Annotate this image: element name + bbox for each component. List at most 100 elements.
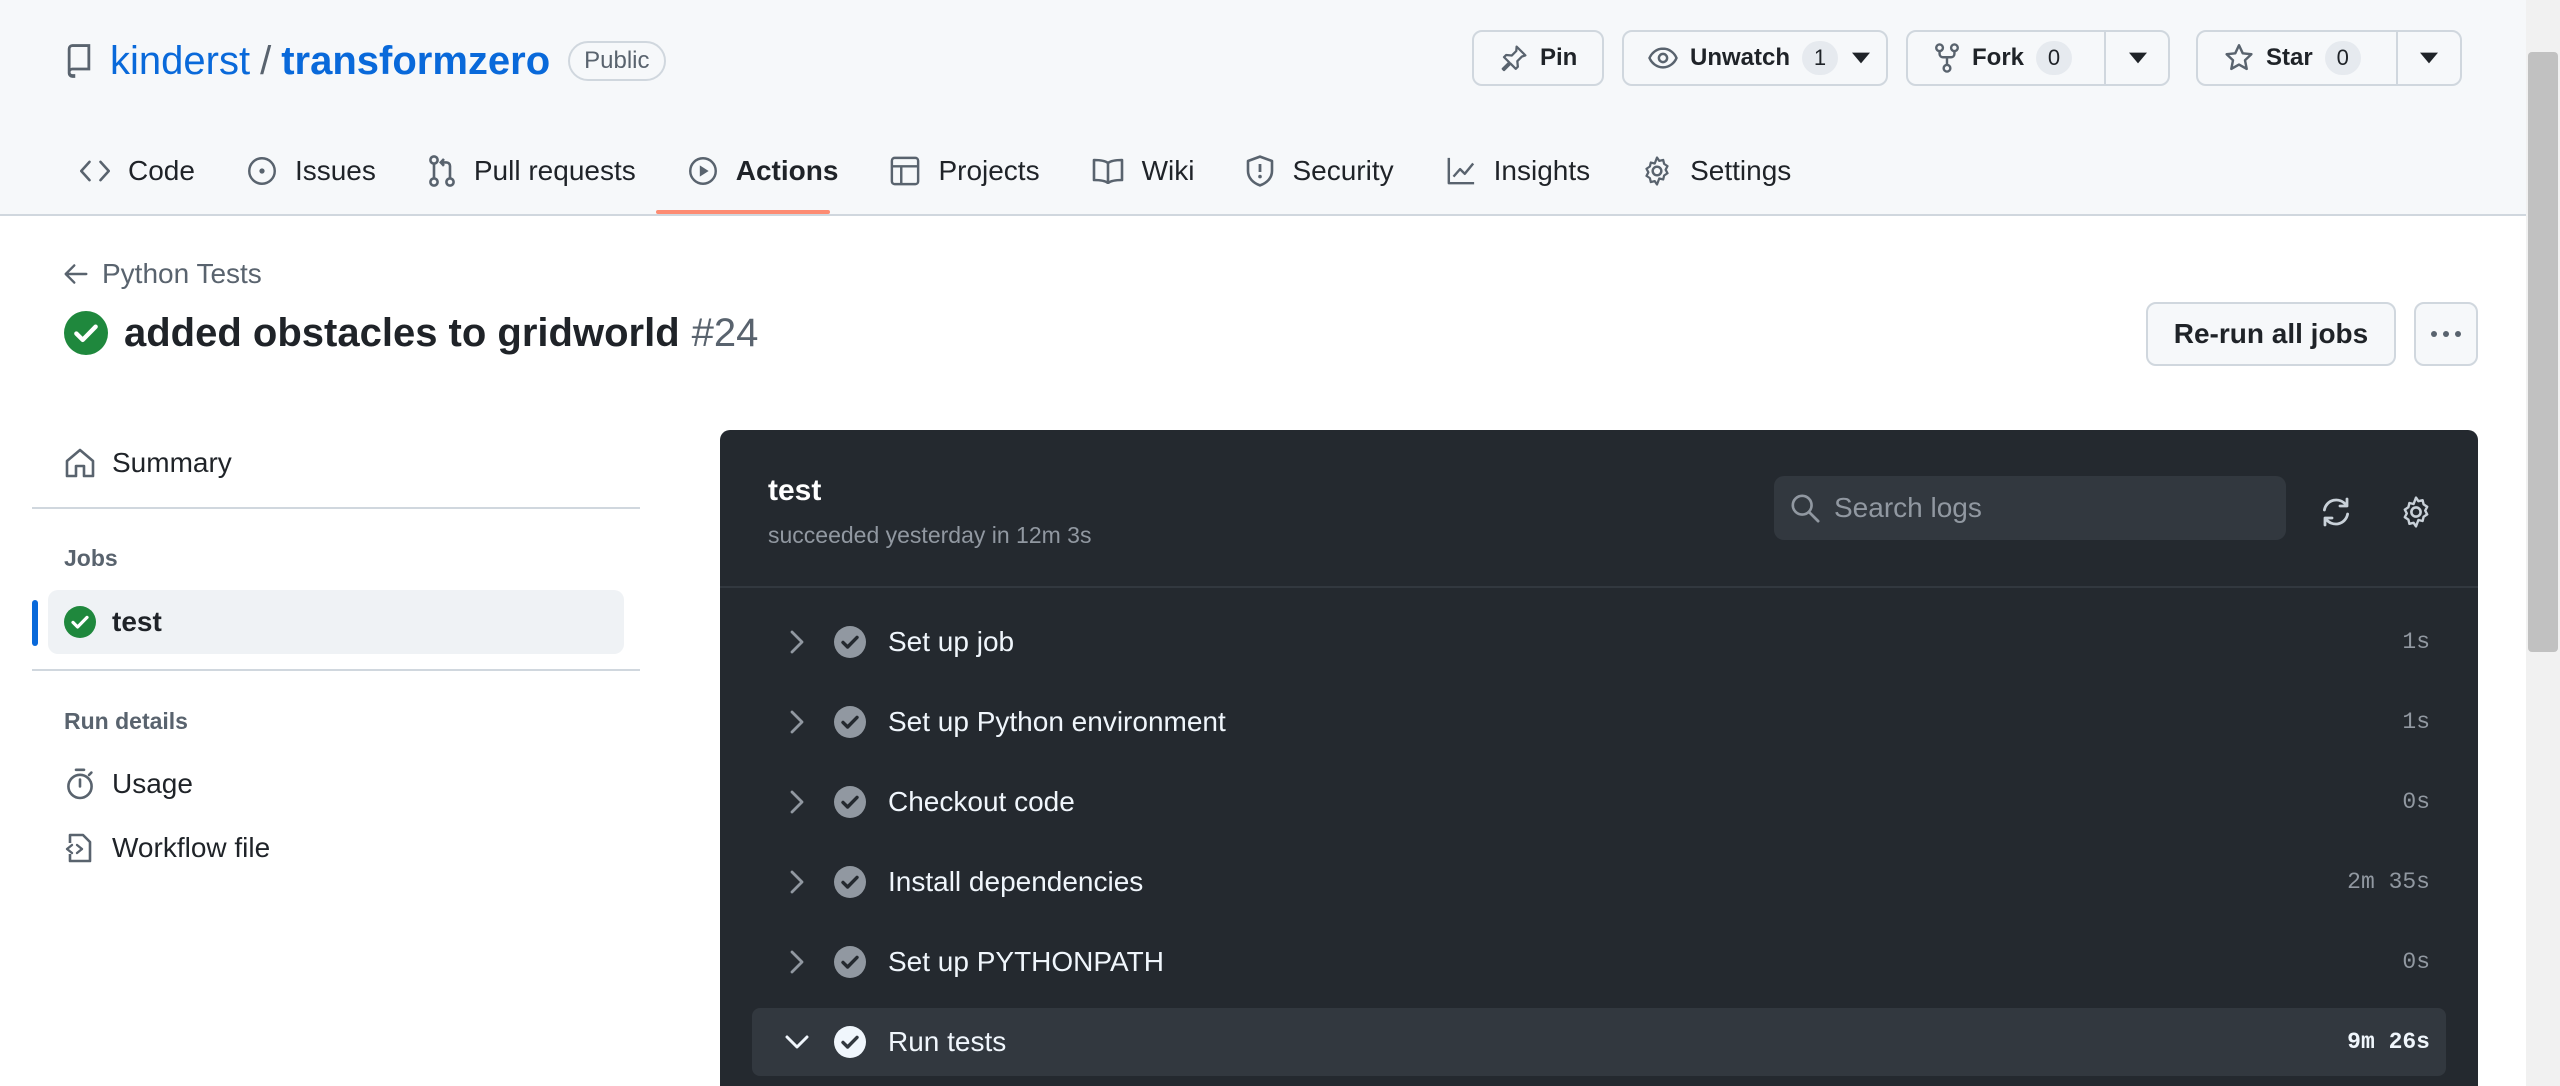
log-settings-button[interactable]: [2396, 492, 2436, 532]
log-step-name: Set up Python environment: [888, 706, 1226, 737]
sidebar-summary-label: Summary: [112, 447, 232, 478]
log-step-name: Set up job: [888, 626, 1015, 657]
check-circle-icon: [834, 706, 866, 738]
check-circle-icon: [834, 1026, 866, 1058]
log-step-duration: 0s: [2402, 949, 2430, 975]
log-step-name: Run tests: [888, 1026, 1007, 1057]
check-circle-fill-icon: [64, 606, 96, 638]
rerun-all-jobs-button[interactable]: Re-run all jobs: [2146, 302, 2396, 366]
log-step-name: Install dependencies: [888, 866, 1144, 897]
gear-icon: [2403, 496, 2429, 528]
graph-icon: [1447, 157, 1474, 185]
log-step[interactable]: Set up PYTHONPATH 0s: [752, 928, 2446, 996]
tab-wiki[interactable]: Wiki: [1076, 141, 1211, 201]
fork-label: Fork: [1972, 44, 2025, 71]
log-step[interactable]: Set up job 1s: [752, 608, 2446, 676]
chevron-right-icon: [782, 950, 812, 974]
sidebar-item-workflow-file[interactable]: Workflow file: [64, 822, 270, 874]
log-step-duration: 1s: [2402, 709, 2430, 735]
search-logs-input[interactable]: [1834, 492, 2254, 524]
tab-issues-label: Issues: [294, 155, 376, 186]
kebab-horizontal-icon: [2431, 331, 2461, 337]
chevron-right-icon: [782, 710, 812, 734]
chevron-right-icon: [782, 790, 812, 814]
sidebar-item-summary[interactable]: Summary: [64, 437, 232, 489]
job-log-panel: test succeeded yesterday in 12m 3s Set u…: [720, 430, 2478, 1086]
eye-icon: [1648, 47, 1678, 69]
star-count: 0: [2324, 41, 2361, 75]
caret-down-icon: [2129, 52, 2147, 64]
arrow-left-icon: [64, 264, 88, 284]
file-code-icon: [65, 833, 92, 863]
caret-down-icon: [1852, 52, 1871, 64]
tab-pull-requests-label: Pull requests: [473, 155, 636, 186]
tab-insights[interactable]: Insights: [1430, 141, 1607, 201]
fork-button[interactable]: Fork 0: [1906, 30, 2170, 86]
log-job-name: test: [768, 474, 822, 507]
page-scrollbar-thumb[interactable]: [2528, 52, 2558, 652]
search-logs-box[interactable]: [1774, 476, 2286, 540]
book-icon: [1092, 158, 1123, 184]
tab-issues[interactable]: Issues: [231, 141, 392, 201]
tab-actions[interactable]: Actions: [672, 141, 855, 201]
sidebar-workflow-file-label: Workflow file: [112, 832, 271, 863]
star-icon: [2225, 44, 2253, 71]
star-button[interactable]: Star 0: [2196, 30, 2462, 86]
log-step[interactable]: Install dependencies 2m 35s: [752, 848, 2446, 916]
run-details-heading: Run details: [64, 708, 188, 734]
run-title-text: added obstacles to gridworld: [124, 310, 680, 355]
more-options-button[interactable]: [2414, 302, 2478, 366]
active-job-indicator: [32, 600, 38, 646]
log-step-duration: 1s: [2402, 629, 2430, 655]
stopwatch-icon: [67, 768, 93, 800]
tab-pull-requests[interactable]: Pull requests: [412, 141, 652, 201]
check-circle-icon: [834, 946, 866, 978]
log-step-name: Set up PYTHONPATH: [888, 946, 1164, 977]
tab-security[interactable]: Security: [1230, 141, 1409, 201]
tab-code[interactable]: Code: [64, 141, 211, 201]
fork-count: 0: [2036, 41, 2073, 75]
chevron-right-icon: [782, 630, 812, 654]
check-circle-icon: [834, 866, 866, 898]
home-icon: [65, 448, 95, 478]
gear-icon: [1645, 156, 1669, 186]
log-step-name: Checkout code: [888, 786, 1075, 817]
repo-title: kinderst / transformzero Public: [64, 34, 666, 88]
fork-dropdown[interactable]: [2104, 32, 2170, 84]
table-icon: [891, 156, 920, 186]
repo-name-link[interactable]: transformzero: [281, 39, 550, 84]
tab-settings[interactable]: Settings: [1626, 141, 1807, 201]
check-circle-icon: [834, 626, 866, 658]
log-job-status: succeeded yesterday in 12m 3s: [768, 522, 1092, 548]
watchers-count: 1: [1802, 41, 1839, 75]
repo-owner-link[interactable]: kinderst: [110, 39, 250, 84]
sidebar-job-label: test: [112, 606, 162, 637]
log-step[interactable]: Set up Python environment 1s: [752, 688, 2446, 756]
code-icon: [80, 160, 110, 182]
tab-projects[interactable]: Projects: [874, 141, 1055, 201]
back-to-workflow-link[interactable]: Python Tests: [64, 258, 262, 290]
check-circle-icon: [834, 786, 866, 818]
search-icon: [1791, 494, 1820, 523]
star-dropdown[interactable]: [2396, 32, 2460, 84]
log-step[interactable]: Checkout code 0s: [752, 768, 2446, 836]
chevron-right-icon: [782, 870, 812, 894]
pin-button[interactable]: Pin: [1472, 30, 1604, 86]
log-step-duration: 0s: [2402, 789, 2430, 815]
chevron-down-icon: [782, 1035, 812, 1049]
pin-label: Pin: [1540, 44, 1578, 71]
visibility-badge: Public: [568, 41, 666, 81]
log-step-expanded[interactable]: Run tests 9m 26s: [752, 1008, 2446, 1076]
star-label: Star: [2266, 44, 2313, 71]
refresh-logs-button[interactable]: [2316, 492, 2356, 532]
sidebar-item-job-test[interactable]: test: [48, 590, 624, 654]
unwatch-button[interactable]: Unwatch 1: [1622, 30, 1888, 86]
sidebar-item-usage[interactable]: Usage: [64, 758, 193, 810]
play-icon: [688, 157, 717, 185]
log-step-duration: 9m 26s: [2347, 1029, 2430, 1055]
pull-request-icon: [428, 155, 455, 187]
tab-settings-label: Settings: [1690, 155, 1792, 186]
tab-code-label: Code: [128, 155, 195, 186]
tab-projects-label: Projects: [938, 155, 1040, 186]
jobs-heading: Jobs: [64, 545, 118, 571]
